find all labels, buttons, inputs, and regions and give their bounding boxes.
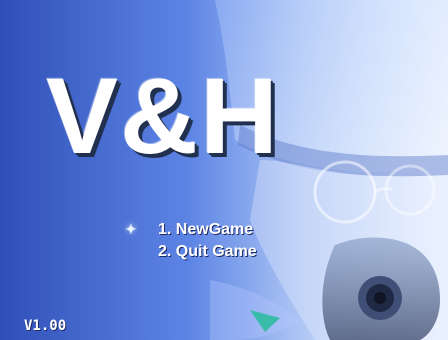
- menu-item-new-game[interactable]: ✦ 1. NewGame: [125, 220, 325, 242]
- menu-item-quit-game[interactable]: 2. Quit Game: [125, 242, 325, 264]
- menu-item-label[interactable]: 1. NewGame: [158, 221, 253, 239]
- version-label: V1.00: [24, 318, 67, 334]
- title-screen: V&H ✦ 1. NewGame 2. Quit Game V1.00: [0, 0, 448, 340]
- sparkle-icon: ✦: [125, 221, 137, 237]
- menu-item-label[interactable]: 2. Quit Game: [158, 243, 257, 261]
- game-title: V&H: [46, 55, 281, 176]
- main-menu: ✦ 1. NewGame 2. Quit Game: [125, 220, 325, 264]
